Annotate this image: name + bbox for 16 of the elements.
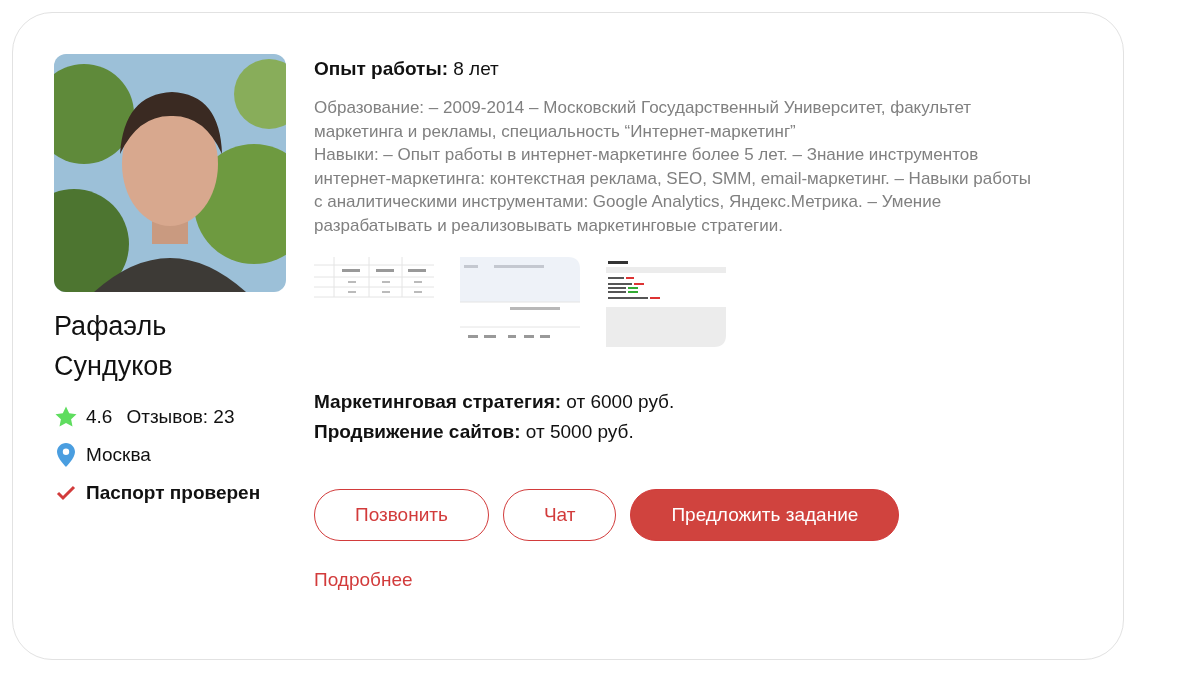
star-icon — [54, 405, 78, 429]
service-price: Продвижение сайтов: от 5000 руб. — [314, 421, 635, 443]
contact-button[interactable]: Позвонить — [314, 489, 489, 541]
description-paragraph: Образование: – 2009-2014 – Московский Государственный Университет, факультет маркетинга и рекламы, специальность “Интернет-маркетинг” — [314, 97, 973, 143]
city: Москва — [86, 444, 151, 466]
verification-status: Паспорт проверен — [86, 482, 261, 504]
freelancer-name: Рафаэль Сундуков — [54, 310, 174, 383]
description-paragraph: Навыки: – Опыт работы в интернет-маркетинге более 5 лет. – Знание инструментов интернет-маркетинга: контекстная реклама, SEO, SMM, email-маркетинг. – Навыки работы с аналитическими инструментами: Google Analytics, Яндекс.Метрика. – Умение разрабатывать и реализовывать маркетинговые стратегии. — [314, 144, 1032, 237]
offer-task-button[interactable]: Предложить задание — [630, 489, 900, 541]
experience-text: Опыт работы: 8 лет — [314, 58, 500, 80]
contact-button[interactable]: Чат — [502, 489, 617, 541]
service-price: Маркетинговая стратегия: от 6000 руб. — [314, 391, 676, 413]
location-pin-icon — [57, 443, 75, 467]
rating-value: 4.6 — [86, 406, 113, 428]
more-link[interactable]: Подробнее — [314, 569, 413, 591]
review-count: Отзывов: 23 — [126, 406, 235, 428]
